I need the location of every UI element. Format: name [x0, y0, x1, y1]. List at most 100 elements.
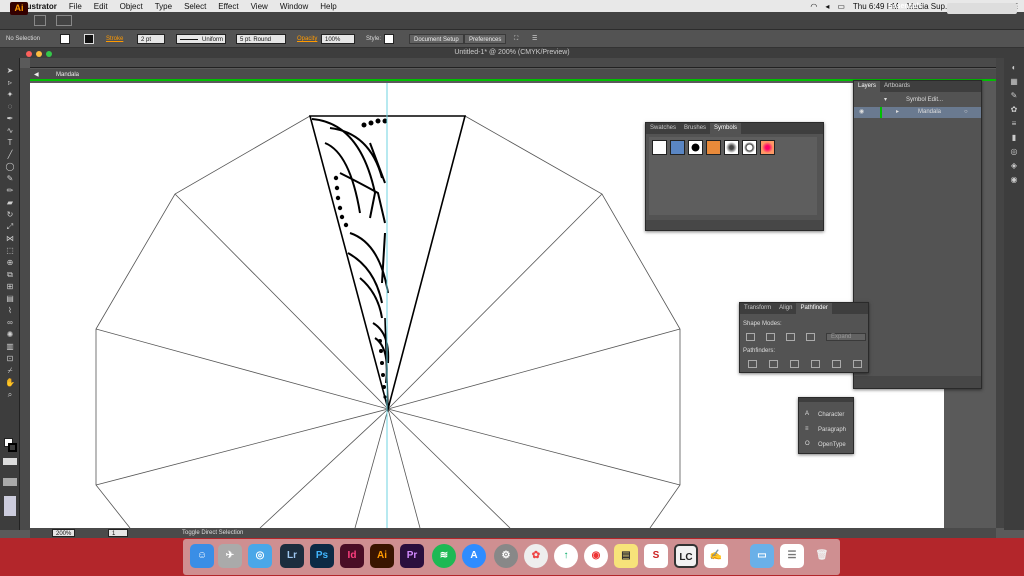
menu-object[interactable]: Object	[120, 2, 143, 11]
symbol-swatch-ring[interactable]	[742, 140, 757, 155]
color-panel-icon[interactable]: ◐	[1009, 64, 1019, 72]
artboard-number[interactable]: 1	[108, 529, 128, 537]
symbol-swatch-blank[interactable]	[652, 140, 667, 155]
brush-definition[interactable]: 5 pt. Round	[236, 34, 286, 44]
shape-builder-icon[interactable]: ⊕	[4, 258, 16, 267]
appearance-panel-icon[interactable]: ◈	[1009, 162, 1019, 170]
tab-symbols[interactable]: Symbols	[710, 123, 742, 134]
expand-arrow-icon[interactable]: ▸	[896, 107, 899, 118]
menu-select[interactable]: Select	[184, 2, 206, 11]
variable-width-profile[interactable]: Uniform	[176, 34, 226, 44]
lasso-icon[interactable]: ◌	[4, 102, 16, 111]
opentype-panel-item[interactable]: OpenType	[818, 442, 846, 448]
menu-window[interactable]: Window	[280, 2, 308, 11]
photoshop-icon[interactable]: Ps	[310, 544, 334, 568]
unite-icon[interactable]	[746, 333, 755, 341]
tab-layers[interactable]: Layers	[854, 81, 881, 92]
color-guide-icon[interactable]: ▦	[1009, 78, 1019, 86]
perspective-icon[interactable]: ⧉	[4, 270, 16, 279]
opacity-field[interactable]: 100%	[321, 34, 355, 44]
gradient-panel-icon[interactable]: ▮	[1009, 134, 1019, 142]
color-mode-icon[interactable]	[3, 458, 17, 465]
close-window-button[interactable]	[26, 51, 32, 57]
brushes-panel-icon[interactable]: ✎	[1009, 92, 1019, 100]
graphic-style-swatch[interactable]	[384, 34, 394, 44]
opacity-label[interactable]: Opacity	[297, 34, 317, 44]
transform-icon[interactable]: ⛶	[514, 34, 518, 44]
selection-tool-icon[interactable]: ➤	[4, 66, 16, 75]
trash-icon[interactable]: 🗑	[810, 544, 834, 568]
tab-artboards[interactable]: Artboards	[880, 81, 914, 92]
mesh-icon[interactable]: ⊞	[4, 282, 16, 291]
rotate-icon[interactable]: ↻	[4, 210, 16, 219]
slack-icon[interactable]: S	[644, 544, 668, 568]
hand-icon[interactable]: ✋	[4, 378, 16, 387]
wifi-icon[interactable]: ◠	[810, 2, 817, 11]
safari-icon[interactable]: ◎	[248, 544, 272, 568]
vertical-ruler[interactable]	[20, 68, 30, 530]
opentype-icon[interactable]: O	[805, 441, 810, 447]
minus-front-icon[interactable]	[766, 333, 775, 341]
paragraph-icon[interactable]: ≡	[805, 426, 809, 432]
zoom-icon[interactable]: ⌕	[4, 390, 16, 399]
acrobat-icon[interactable]: ✍	[704, 544, 728, 568]
tab-transform[interactable]: Transform	[740, 303, 775, 314]
merge-icon[interactable]	[790, 360, 799, 368]
photos-icon[interactable]: ✿	[524, 544, 548, 568]
tab-swatches[interactable]: Swatches	[646, 123, 680, 134]
isolation-breadcrumb[interactable]: ◀ Mandala	[30, 69, 996, 81]
premiere-icon[interactable]: Pr	[400, 544, 424, 568]
divide-icon[interactable]	[748, 360, 757, 368]
screen-mode-icon[interactable]	[4, 496, 16, 516]
symbols-panel-icon[interactable]: ✿	[1009, 106, 1019, 114]
type-tool-icon[interactable]: T	[4, 138, 16, 147]
exclude-icon[interactable]	[806, 333, 815, 341]
paintbrush-icon[interactable]: ✎	[4, 174, 16, 183]
pen-tool-icon[interactable]: ✒	[4, 114, 16, 123]
blend-icon[interactable]: ∞	[4, 318, 16, 327]
lc-app-icon[interactable]: LC	[674, 544, 698, 568]
volume-icon[interactable]: ◂	[825, 2, 829, 11]
app-store-icon[interactable]: A	[462, 544, 486, 568]
document-setup-button[interactable]: Document Setup	[409, 34, 464, 44]
stroke-swatch[interactable]	[84, 34, 94, 44]
eraser-icon[interactable]: ▰	[4, 198, 16, 207]
menu-file[interactable]: File	[69, 2, 82, 11]
spotify-icon[interactable]: ≋	[432, 544, 456, 568]
folder-icon[interactable]: ▭	[750, 544, 774, 568]
chrome-icon[interactable]: ◉	[584, 544, 608, 568]
stroke-label[interactable]: Stroke	[106, 34, 123, 44]
symbol-swatch-blue[interactable]	[670, 140, 685, 155]
bridge-icon[interactable]	[34, 15, 46, 26]
artboard-icon[interactable]: ⊡	[4, 354, 16, 363]
slice-icon[interactable]: ⌿	[4, 366, 16, 375]
back-arrow-icon[interactable]: ◀	[34, 69, 39, 81]
stroke-panel-icon[interactable]: ≡	[1009, 120, 1019, 128]
lightroom-icon[interactable]: Lr	[280, 544, 304, 568]
layer-row[interactable]: ▾ Symbol Edit...	[854, 95, 981, 106]
direct-selection-tool-icon[interactable]: ▹	[4, 78, 16, 87]
symbol-swatch-flower[interactable]	[760, 140, 775, 155]
menu-effect[interactable]: Effect	[218, 2, 238, 11]
magic-wand-icon[interactable]: ✦	[4, 90, 16, 99]
status-hint[interactable]: Toggle Direct Selection	[182, 528, 243, 538]
line-tool-icon[interactable]: ╱	[4, 150, 16, 159]
crop-icon[interactable]	[811, 360, 820, 368]
documents-icon[interactable]: ☰	[780, 544, 804, 568]
scale-icon[interactable]: ⤢	[4, 222, 16, 231]
menu-edit[interactable]: Edit	[94, 2, 108, 11]
panel-grip[interactable]	[799, 398, 853, 402]
update-icon[interactable]: ↑	[554, 544, 578, 568]
trim-icon[interactable]	[769, 360, 778, 368]
symbol-sprayer-icon[interactable]: ✺	[4, 330, 16, 339]
expand-button[interactable]: Expand	[826, 333, 866, 341]
intersect-icon[interactable]	[786, 333, 795, 341]
curvature-icon[interactable]: ∿	[4, 126, 16, 135]
width-tool-icon[interactable]: ⋈	[4, 234, 16, 243]
layer-row[interactable]: ◉ ▸ Mandala ○	[854, 107, 981, 118]
symbol-swatch-orange[interactable]	[706, 140, 721, 155]
outline-icon[interactable]	[832, 360, 841, 368]
character-panel-item[interactable]: Character	[818, 412, 844, 418]
menu-type[interactable]: Type	[155, 2, 172, 11]
preferences-button[interactable]: Preferences	[464, 34, 507, 44]
